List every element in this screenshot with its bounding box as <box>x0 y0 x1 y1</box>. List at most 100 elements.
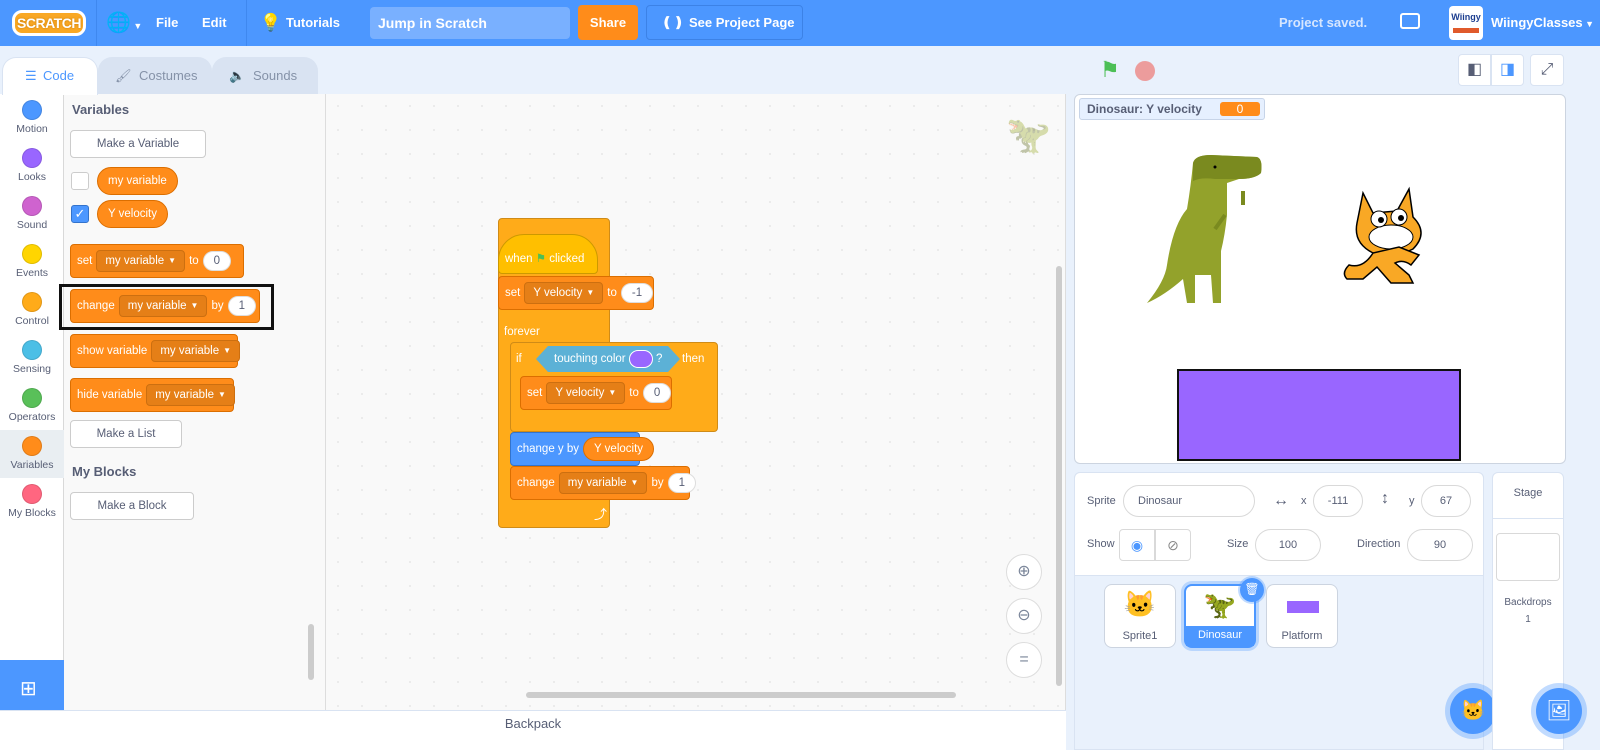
tab-label: Sounds <box>253 68 298 83</box>
y-arrows-icon: ↕ <box>1381 490 1389 507</box>
avatar-text: Wiingy <box>1451 12 1481 22</box>
category-my-blocks[interactable]: My Blocks <box>0 478 64 526</box>
color-swatch[interactable] <box>629 350 653 368</box>
make-list-button[interactable]: Make a List <box>70 420 182 448</box>
variable-dropdown[interactable]: my variable ▼ <box>96 249 186 272</box>
show-label: Show <box>1087 538 1115 550</box>
stage-canvas[interactable] <box>1074 94 1566 464</box>
platform-sprite[interactable] <box>1177 369 1461 461</box>
my-stuff-folder-icon[interactable] <box>1400 13 1420 29</box>
make-variable-button[interactable]: Make a Variable <box>70 130 206 158</box>
hide-sprite-button[interactable]: ⊘ <box>1155 529 1191 561</box>
file-menu[interactable]: File <box>156 0 178 46</box>
loop-arrow-icon: ⤴ <box>594 507 608 522</box>
size-input[interactable]: 100 <box>1255 529 1321 561</box>
tab-sounds[interactable]: 🔈 Sounds <box>212 57 318 94</box>
my-variable-checkbox[interactable] <box>71 172 89 190</box>
y-input[interactable]: 67 <box>1421 485 1471 517</box>
y-velocity-reporter[interactable]: Y velocity <box>583 436 655 461</box>
stop-button[interactable] <box>1135 61 1155 81</box>
category-variables[interactable]: Variables <box>0 430 64 478</box>
value-input[interactable]: 0 <box>642 382 672 403</box>
tutorials-button[interactable]: Tutorials <box>286 0 340 46</box>
category-menu: Motion Looks Sound Events Control Sensin… <box>0 94 64 660</box>
set-y-velocity-zero-block[interactable]: set Y velocity ▼ to 0 <box>520 376 672 410</box>
edit-menu[interactable]: Edit <box>202 0 227 46</box>
motion-dot-icon <box>22 100 42 120</box>
category-operators[interactable]: Operators <box>0 382 64 430</box>
show-visible-button[interactable]: ◉ <box>1119 529 1155 561</box>
sensing-dot-icon <box>22 340 42 360</box>
myblocks-dot-icon <box>22 484 42 504</box>
direction-input[interactable]: 90 <box>1407 529 1473 561</box>
forever-label: forever <box>504 326 540 338</box>
see-project-page-label: See Project Page <box>689 15 795 30</box>
make-block-button[interactable]: Make a Block <box>70 492 194 520</box>
y-velocity-checkbox[interactable]: ✓ <box>71 205 89 223</box>
zoom-in-button[interactable]: ⊕ <box>1006 554 1042 590</box>
variable-monitor[interactable]: Dinosaur: Y velocity 0 <box>1079 98 1265 120</box>
language-globe-icon[interactable]: 🌐 ▼ <box>106 0 142 49</box>
sprite-name-label: Sprite <box>1087 495 1116 507</box>
variable-dropdown[interactable]: my variable ▼ <box>558 471 648 494</box>
value-input[interactable]: 0 <box>202 250 232 271</box>
category-events[interactable]: Events <box>0 238 64 286</box>
backpack[interactable]: Backpack <box>0 710 1066 750</box>
zoom-out-button[interactable]: ⊖ <box>1006 598 1042 634</box>
username-menu[interactable]: WiingyClasses ▼ <box>1491 0 1594 47</box>
add-sprite-button[interactable]: 🐱 <box>1450 688 1496 734</box>
variable-dropdown[interactable]: Y velocity ▼ <box>524 281 604 304</box>
scratch-logo[interactable]: SCRATCH <box>12 10 86 36</box>
category-motion[interactable]: Motion <box>0 94 64 142</box>
if-label: if <box>516 353 522 365</box>
sprite-name-input[interactable]: Dinosaur <box>1123 485 1255 517</box>
y-velocity-reporter[interactable]: Y velocity <box>97 200 169 228</box>
category-sound[interactable]: Sound <box>0 190 64 238</box>
project-title-input[interactable]: Jump in Scratch <box>370 7 570 39</box>
category-sensing[interactable]: Sensing <box>0 334 64 382</box>
avatar[interactable]: Wiingy <box>1449 6 1483 40</box>
change-my-variable-block[interactable]: change my variable ▼ by 1 <box>510 466 697 500</box>
tab-costumes[interactable]: 🖌 Costumes <box>98 57 212 94</box>
when-flag-clicked-block[interactable]: when ⚑ clicked <box>498 234 598 274</box>
sprite-tile-platform[interactable]: Platform <box>1266 584 1338 648</box>
category-control[interactable]: Control <box>0 286 64 334</box>
vertical-scrollbar[interactable] <box>1056 266 1062 686</box>
horizontal-scrollbar[interactable] <box>526 692 956 698</box>
variable-dropdown[interactable]: my variable ▼ <box>151 339 241 362</box>
value-input[interactable]: 1 <box>667 472 697 493</box>
large-stage-button[interactable]: ◨ <box>1491 54 1524 86</box>
delete-sprite-button[interactable]: 🗑 <box>1240 578 1264 602</box>
sprite-tile-sprite1[interactable]: 🐱 Sprite1 <box>1104 584 1176 648</box>
backdrops-label: Backdrops <box>1504 597 1552 608</box>
green-flag-icon: ⚑ <box>535 253 547 265</box>
change-y-by-block[interactable]: change y by Y velocity <box>510 432 655 466</box>
dinosaur-sprite[interactable] <box>1145 155 1275 311</box>
green-flag-button[interactable]: ⚑ <box>1100 59 1120 81</box>
show-variable-block[interactable]: show variable my variable ▼ <box>70 334 241 368</box>
touching-color-block[interactable]: touching color ? <box>536 346 680 372</box>
variable-dropdown[interactable]: my variable ▼ <box>146 383 235 406</box>
value-input[interactable]: -1 <box>620 282 654 303</box>
x-input[interactable]: -111 <box>1313 485 1363 517</box>
palette-scrollbar[interactable] <box>308 624 314 680</box>
backdrop-thumbnail[interactable] <box>1496 533 1560 581</box>
my-variable-reporter[interactable]: my variable <box>97 167 178 195</box>
tab-code[interactable]: ☰ Code <box>2 57 98 95</box>
set-variable-block[interactable]: set my variable ▼ to 0 <box>70 244 244 278</box>
menu-bar: SCRATCH 🌐 ▼ File Edit 💡 Tutorials Jump i… <box>0 0 1600 46</box>
category-looks[interactable]: Looks <box>0 142 64 190</box>
small-stage-button[interactable]: ◧ <box>1458 54 1491 86</box>
see-project-page-button[interactable]: ❪❫ See Project Page <box>646 5 803 40</box>
set-y-velocity-block[interactable]: set Y velocity ▼ to -1 <box>498 276 654 310</box>
variable-dropdown[interactable]: Y velocity ▼ <box>546 381 626 404</box>
cat-sprite[interactable] <box>1333 183 1433 293</box>
block-palette: Variables Make a Variable my variable ✓ … <box>59 94 326 718</box>
fullscreen-button[interactable]: ⤢ <box>1530 54 1564 86</box>
hide-variable-block[interactable]: hide variable my variable ▼ <box>70 378 235 412</box>
scripts-area[interactable]: 🦖 forever ⤴ when ⚑ clicked set Y velocity… <box>326 94 1066 718</box>
x-label: x <box>1301 495 1307 507</box>
share-button[interactable]: Share <box>578 5 638 40</box>
zoom-reset-button[interactable]: = <box>1006 642 1042 678</box>
add-backdrop-button[interactable]: 🖼 <box>1536 688 1582 734</box>
